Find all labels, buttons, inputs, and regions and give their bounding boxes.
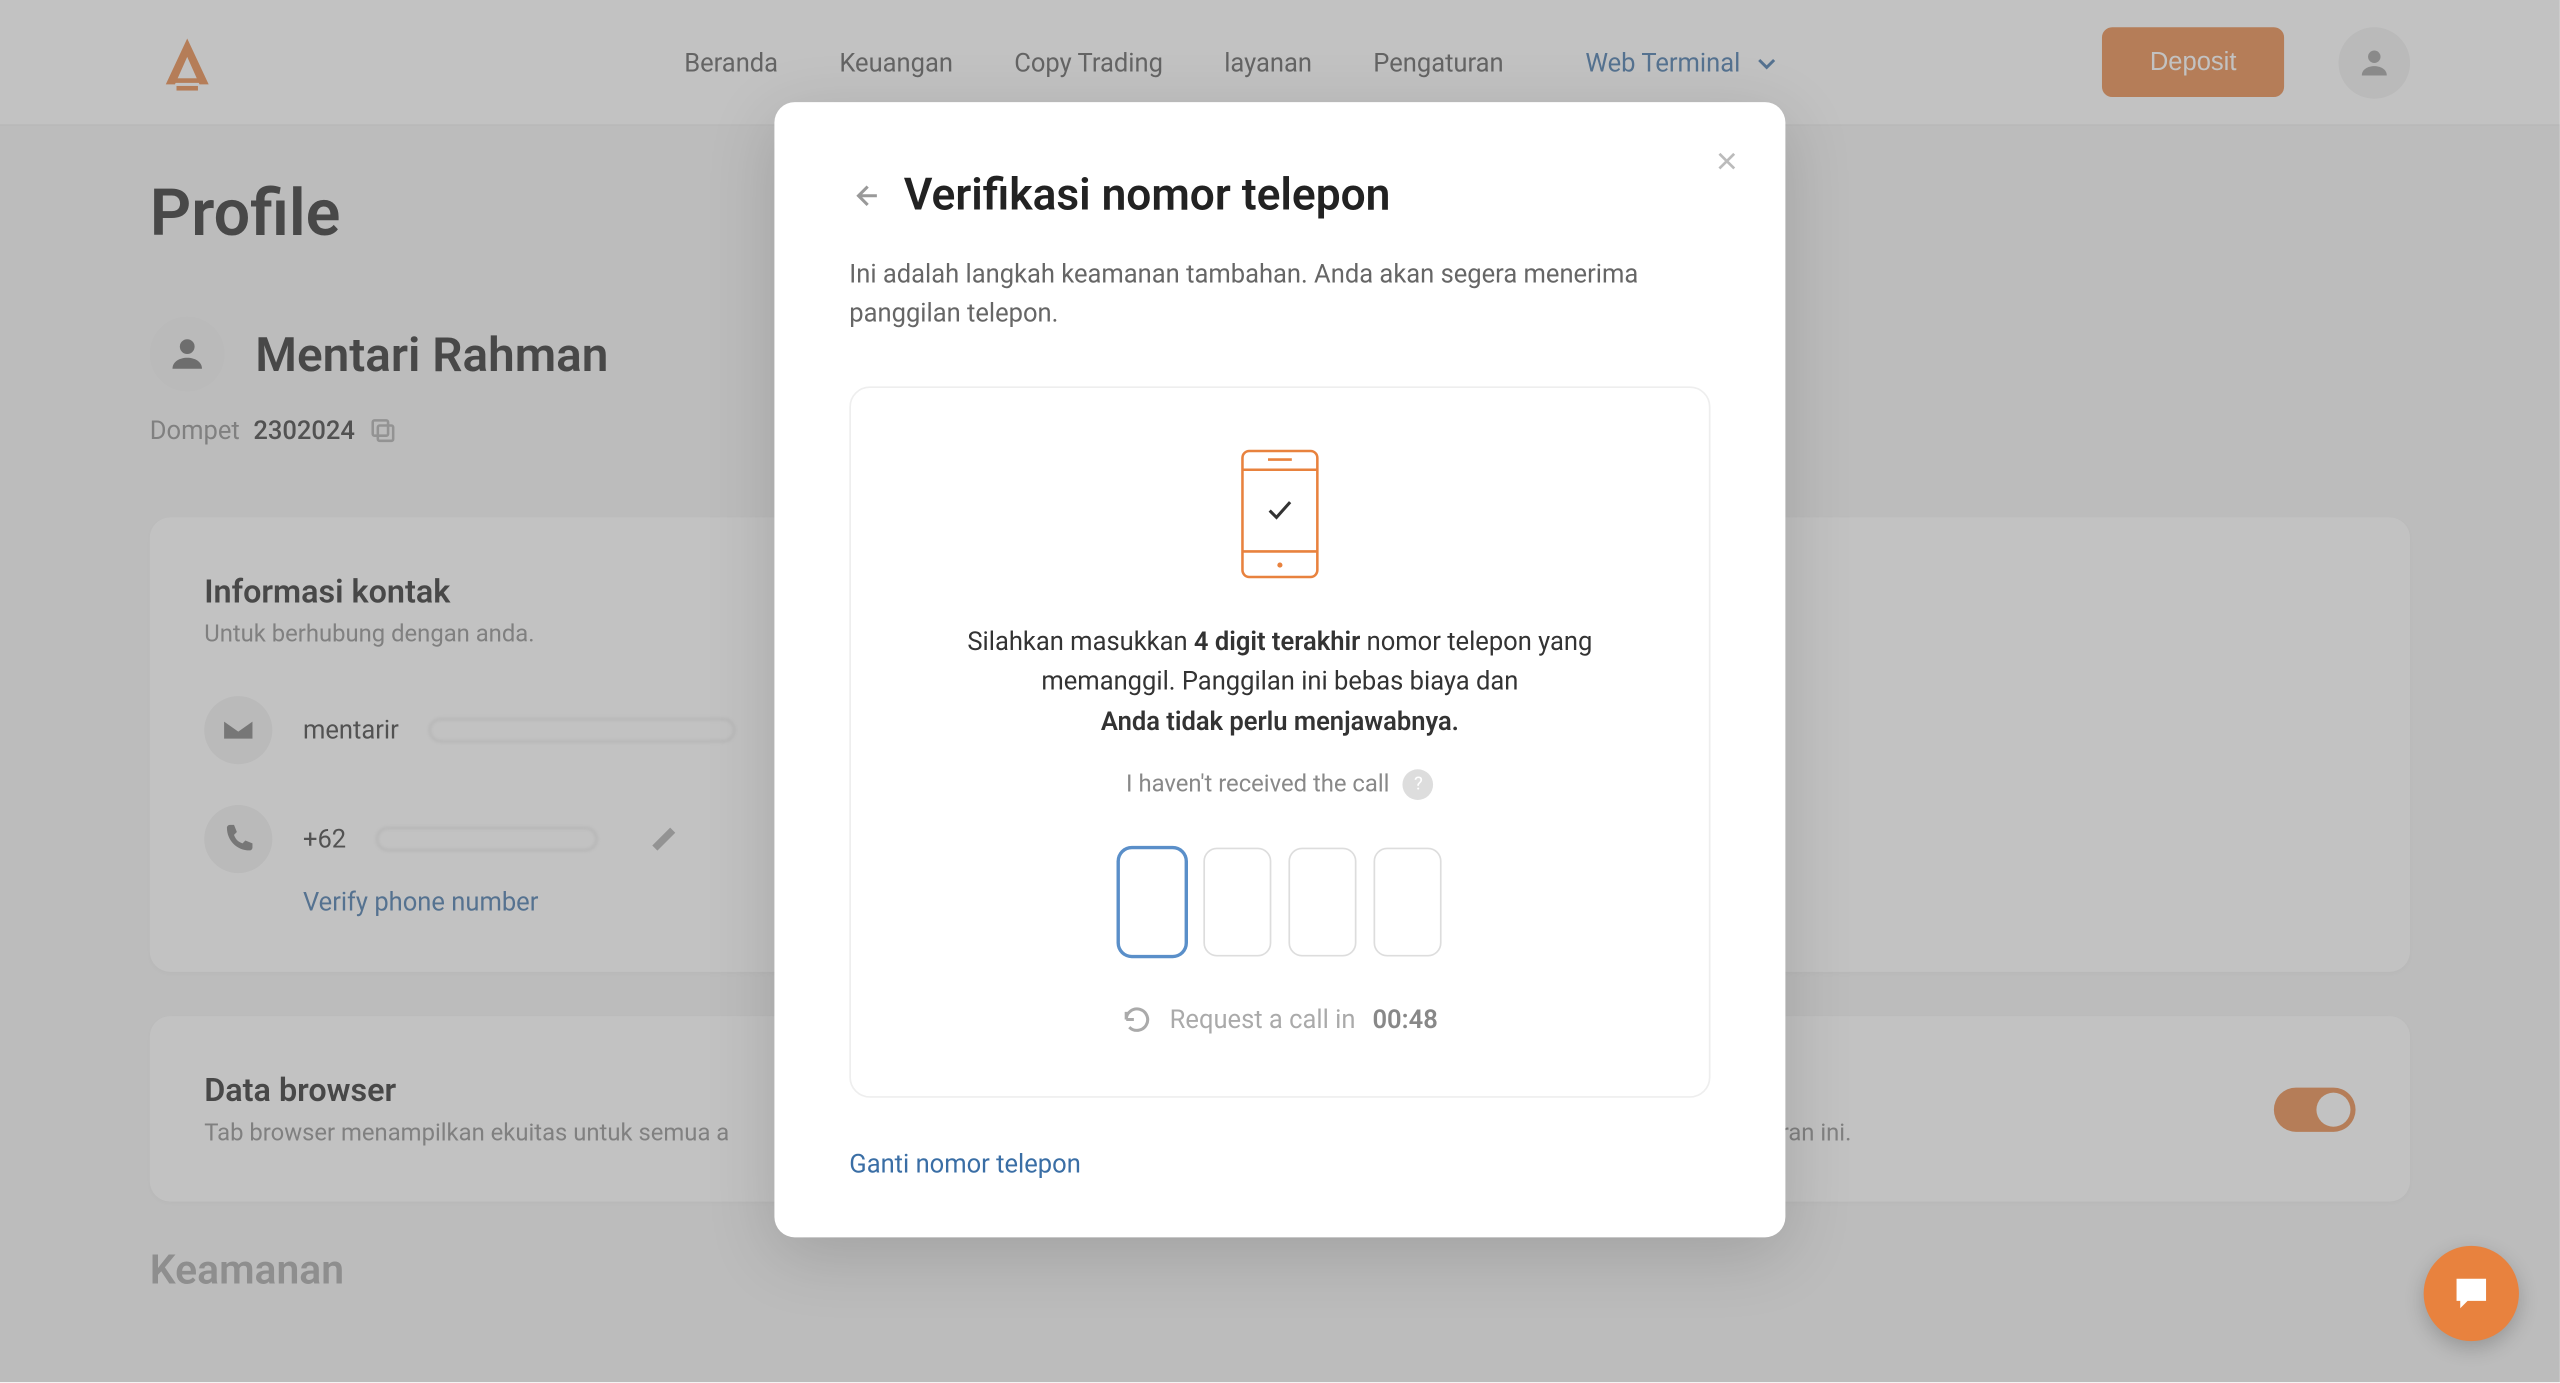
modal-title: Verifikasi nomor telepon <box>904 170 1391 221</box>
refresh-icon <box>1122 1004 1153 1035</box>
verify-phone-modal: × Verifikasi nomor telepon Ini adalah la… <box>774 102 1785 1237</box>
request-call-row: Request a call in 00:48 <box>926 1004 1634 1035</box>
back-arrow-icon[interactable] <box>849 180 880 211</box>
close-button[interactable]: × <box>1716 140 1738 184</box>
instructions-text: Silahkan masukkan 4 digit terakhir nomor… <box>926 623 1634 742</box>
modal-description: Ini adalah langkah keamanan tambahan. An… <box>849 255 1710 332</box>
help-icon: ? <box>1403 769 1434 800</box>
no-call-link[interactable]: I haven't received the call ? <box>926 769 1634 800</box>
phone-illustration-icon <box>1241 449 1319 578</box>
pin-digit-2[interactable] <box>1203 847 1271 956</box>
pin-input-row <box>926 847 1634 956</box>
no-call-label: I haven't received the call <box>1126 771 1389 798</box>
chat-icon <box>2449 1271 2493 1315</box>
request-timer: 00:48 <box>1372 1004 1437 1035</box>
chat-support-button[interactable] <box>2424 1246 2519 1341</box>
pin-digit-3[interactable] <box>1288 847 1356 956</box>
modal-overlay[interactable]: × Verifikasi nomor telepon Ini adalah la… <box>0 0 2560 1382</box>
change-phone-link[interactable]: Ganti nomor telepon <box>849 1148 1710 1179</box>
request-label: Request a call in <box>1170 1004 1356 1035</box>
verify-box: Silahkan masukkan 4 digit terakhir nomor… <box>849 386 1710 1097</box>
pin-digit-4[interactable] <box>1374 847 1442 956</box>
pin-digit-1[interactable] <box>1118 847 1186 956</box>
